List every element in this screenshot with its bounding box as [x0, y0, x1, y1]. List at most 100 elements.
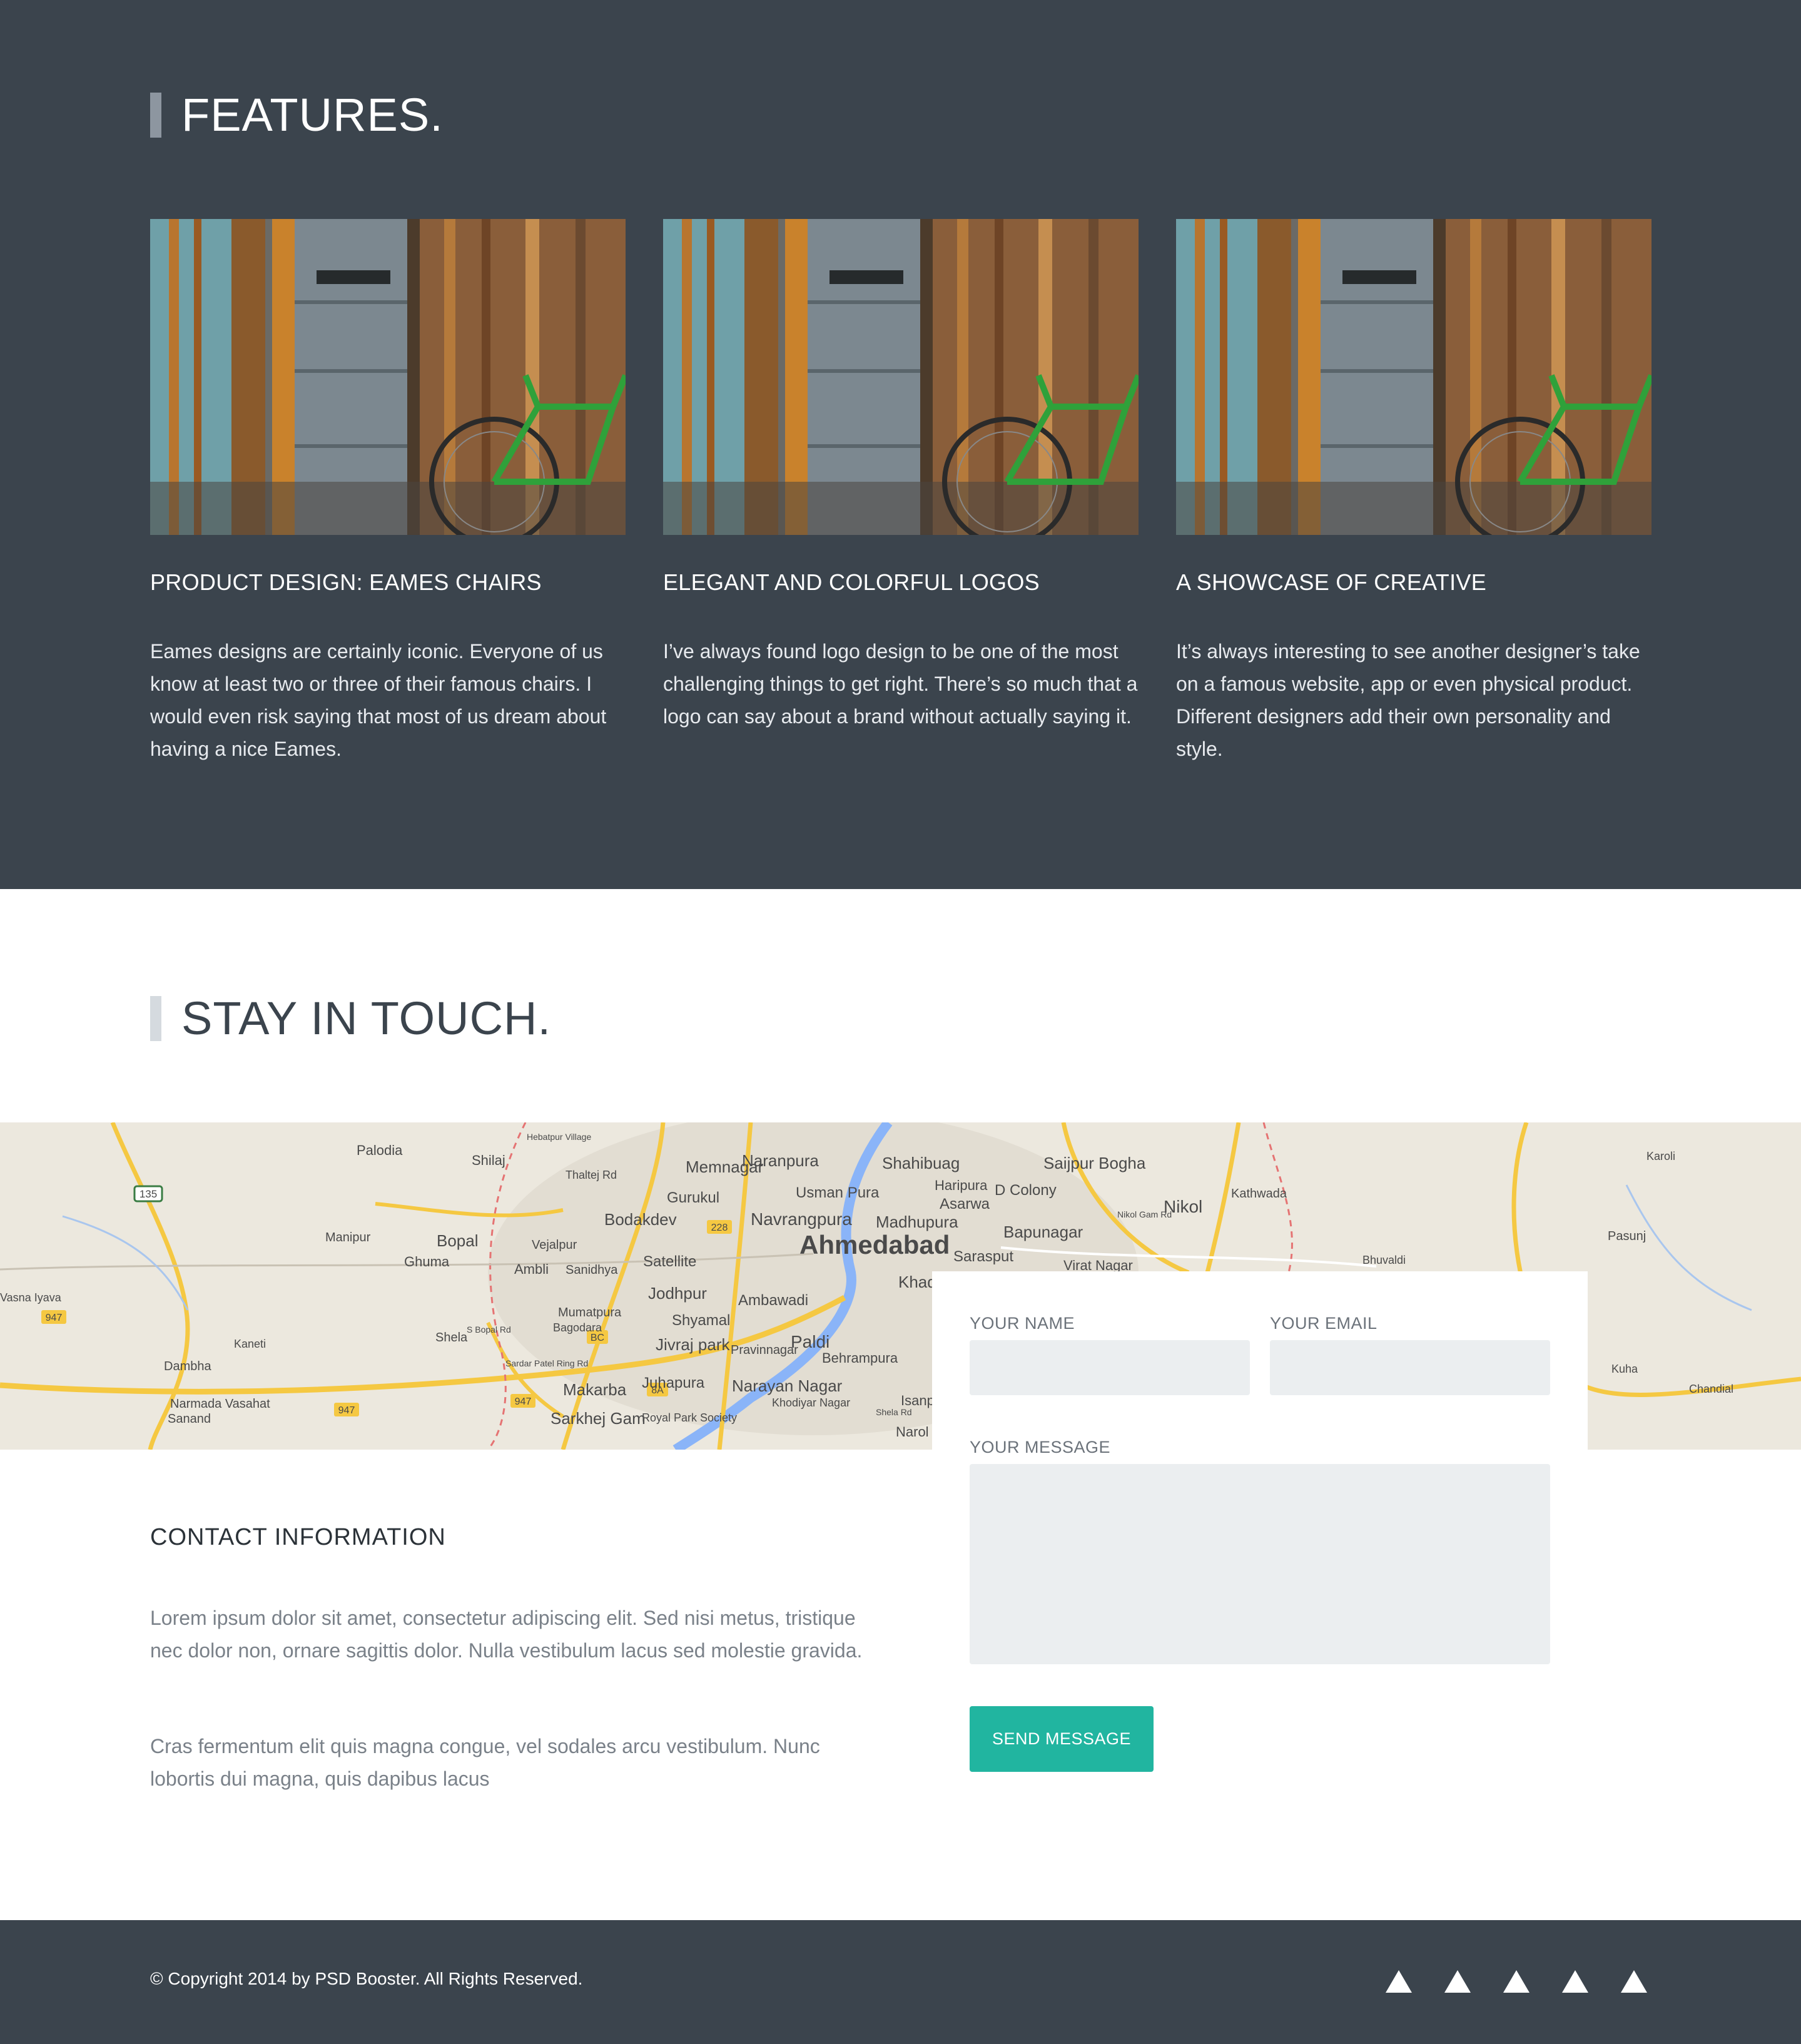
map-place-label: Sanand — [168, 1412, 211, 1426]
feature-image — [150, 219, 626, 535]
road-badge-label: 228 — [711, 1223, 728, 1233]
map-place-label: Jodhpur — [648, 1284, 707, 1303]
map-place-label: Ambli — [514, 1261, 549, 1277]
map-place-label: Madhupura — [876, 1213, 958, 1231]
heading-accent-bar — [150, 93, 161, 138]
feature-title: ELEGANT AND COLORFUL LOGOS — [663, 569, 1040, 595]
map-place-label: Shela Rd — [876, 1407, 912, 1417]
map-place-label: Naranpura — [742, 1151, 819, 1170]
contact-info-title: CONTACT INFORMATION — [150, 1524, 446, 1550]
triangle-icon — [1621, 1970, 1647, 1993]
map-place-label: Vejalpur — [532, 1238, 577, 1252]
footer: © Copyright 2014 by PSD Booster. All Rig… — [0, 1920, 1801, 2044]
social-link-2[interactable] — [1441, 1965, 1474, 1999]
map-city-label: Ahmedabad — [799, 1230, 950, 1259]
map-place-label: Usman Pura — [796, 1184, 880, 1201]
social-link-3[interactable] — [1499, 1965, 1533, 1999]
map-place-label: Haripura — [935, 1177, 988, 1193]
map-place-label: Sarkhej Gam — [550, 1409, 646, 1428]
email-label: YOUR EMAIL — [1270, 1314, 1377, 1333]
map-place-label: Ambawadi — [738, 1292, 808, 1309]
map-place-label: Shela — [435, 1331, 468, 1345]
map-place-label: Hebatpur Village — [527, 1132, 591, 1142]
feature-card: PRODUCT DESIGN: EAMES CHAIRS Eames desig… — [150, 219, 626, 760]
feature-description: It’s always interesting to see another d… — [1176, 640, 1640, 760]
map-place-label: Sanidhya — [566, 1263, 618, 1277]
map-place-label: Saijpur Bogha — [1043, 1154, 1146, 1172]
features-heading-text: FEATURES. — [181, 89, 444, 141]
map-place-label: Bagodara — [553, 1321, 602, 1334]
map-place-label: Paldi — [791, 1332, 829, 1351]
map-place-label: Juhapura — [642, 1375, 705, 1391]
road-badge-label: 135 — [140, 1188, 157, 1200]
map-place-label: Chandial — [1689, 1383, 1733, 1395]
map-place-label: Royal Park Society — [642, 1411, 737, 1424]
social-link-5[interactable] — [1617, 1965, 1651, 1999]
feature-title: A SHOWCASE OF CREATIVE — [1176, 569, 1487, 595]
map-place-label: Kaneti — [234, 1338, 266, 1350]
features-heading: FEATURES. — [150, 89, 444, 141]
road-badge-label: 947 — [46, 1313, 63, 1323]
triangle-icon — [1444, 1970, 1471, 1993]
map-place-label: Shilaj — [472, 1152, 505, 1168]
map-place-label: Bapunagar — [1003, 1223, 1083, 1241]
map-place-label: Behrampura — [822, 1350, 898, 1366]
map-place-label: Thaltej Rd — [566, 1169, 617, 1181]
touch-heading-text: STAY IN TOUCH. — [181, 992, 552, 1044]
features-section: FEATURES. PRODUCT DESIGN: EAMES CHAIRS E… — [0, 0, 1801, 889]
send-message-button[interactable]: SEND MESSAGE — [970, 1706, 1154, 1772]
social-link-1[interactable] — [1382, 1965, 1416, 1999]
map-place-label: Palodia — [357, 1142, 403, 1158]
map-place-label: Narmada Vasahat — [170, 1397, 270, 1411]
map-place-label: Dambha — [164, 1360, 211, 1373]
map-place-label: Sardar Patel Ring Rd — [505, 1358, 588, 1368]
map-place-label: Isanp — [901, 1393, 935, 1408]
map-place-label: Gurukul — [667, 1189, 719, 1206]
map-place-label: Bopal — [437, 1231, 479, 1250]
map-place-label: Manipur — [325, 1231, 371, 1244]
map-place-label: Makarba — [563, 1380, 627, 1399]
heading-accent-bar — [150, 996, 161, 1041]
road-badge-label: 947 — [338, 1405, 355, 1416]
feature-card: ELEGANT AND COLORFUL LOGOS I’ve always f… — [663, 219, 1139, 728]
social-link-4[interactable] — [1558, 1965, 1592, 1999]
contact-info-paragraph: Cras fermentum elit quis magna congue, v… — [150, 1735, 820, 1790]
map-place-label: Karoli — [1646, 1150, 1675, 1162]
map-place-label: Kuha — [1611, 1363, 1638, 1375]
map-place-label: Ghuma — [404, 1254, 450, 1269]
map-place-label: Narayan Nagar — [732, 1376, 843, 1395]
triangle-icon — [1503, 1970, 1530, 1993]
name-label: YOUR NAME — [970, 1314, 1075, 1333]
message-label: YOUR MESSAGE — [970, 1438, 1111, 1457]
map-place-label: Pasunj — [1608, 1229, 1646, 1243]
copyright-text: © Copyright 2014 by PSD Booster. All Rig… — [150, 1969, 583, 1988]
map-place-label: Vasna Iyava — [0, 1291, 62, 1304]
map-place-label: Navrangpura — [751, 1209, 852, 1229]
map-place-label: Shyamal — [672, 1312, 730, 1329]
message-textarea[interactable] — [970, 1464, 1550, 1664]
feature-image — [663, 219, 1139, 535]
map-place-label: D Colony — [995, 1182, 1057, 1199]
email-input[interactable] — [1270, 1340, 1550, 1395]
road-badge-label: 947 — [515, 1396, 532, 1407]
road-badge-label: BC — [591, 1333, 604, 1343]
feature-description: I’ve always found logo design to be one … — [663, 640, 1138, 728]
map-place-label: Satellite — [643, 1253, 696, 1270]
map-place-label: Asarwa — [940, 1196, 990, 1213]
map-place-label: Pravinnagar — [731, 1343, 798, 1357]
map-place-label: Khodiyar Nagar — [772, 1396, 850, 1409]
feature-description: Eames designs are certainly iconic. Ever… — [150, 640, 607, 760]
map-place-label: Kathwada — [1231, 1187, 1287, 1201]
feature-card: A SHOWCASE OF CREATIVE It’s always inter… — [1176, 219, 1651, 760]
name-input[interactable] — [970, 1340, 1250, 1395]
map-place-label: Bhuvaldi — [1362, 1254, 1406, 1266]
map-place-label: Nikol Gam Rd — [1117, 1209, 1172, 1219]
map-place-label: Jivraj park — [656, 1335, 730, 1354]
map-place-label: Sarasput — [953, 1248, 1013, 1265]
feature-title: PRODUCT DESIGN: EAMES CHAIRS — [150, 569, 542, 595]
touch-heading: STAY IN TOUCH. — [150, 992, 552, 1044]
map-place-label: Mumatpura — [558, 1306, 622, 1319]
triangle-icon — [1386, 1970, 1412, 1993]
map-place-label: Shahibuag — [882, 1154, 960, 1172]
map-place-label: Bodakdev — [604, 1210, 677, 1229]
